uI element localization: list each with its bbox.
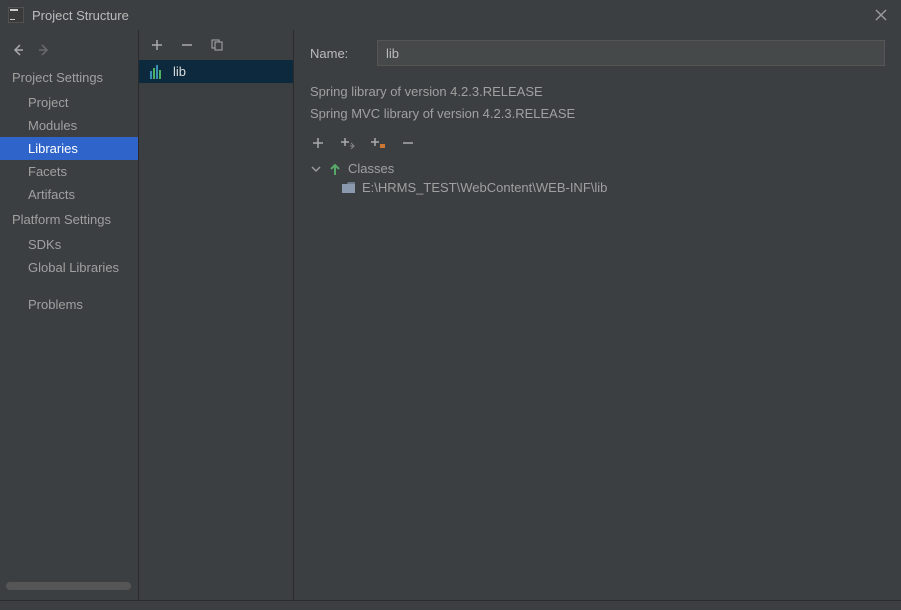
chevron-down-icon <box>310 163 322 175</box>
libraries-list: lib <box>139 60 293 600</box>
remove-root-button[interactable] <box>400 135 416 151</box>
tree-child-path[interactable]: E:\HRMS_TEST\WebContent\WEB-INF\lib <box>342 178 885 197</box>
folder-icon <box>342 181 356 195</box>
nav-item-libraries[interactable]: Libraries <box>0 137 138 160</box>
add-download-root-button[interactable] <box>340 135 356 151</box>
roots-toolbar <box>310 135 885 151</box>
sidebar-scrollbar[interactable] <box>6 582 131 590</box>
app-icon <box>8 7 24 23</box>
library-name-input[interactable] <box>377 40 885 66</box>
library-details-panel: Name: Spring library of version 4.2.3.RE… <box>294 30 901 600</box>
nav-item-facets[interactable]: Facets <box>0 160 138 183</box>
tree-child-label: E:\HRMS_TEST\WebContent\WEB-INF\lib <box>362 180 607 195</box>
close-button[interactable] <box>869 3 893 27</box>
section-platform-settings: Platform Settings <box>0 206 138 233</box>
spring-version-info: Spring library of version 4.2.3.RELEASE <box>310 82 885 102</box>
project-structure-dialog: Project Structure Project Settings Proje… <box>0 0 901 610</box>
add-specify-root-button[interactable] <box>370 135 386 151</box>
dialog-footer <box>0 600 901 610</box>
library-roots-tree: Classes E:\HRMS_TEST\WebContent\WEB-INF\… <box>310 159 885 197</box>
window-title: Project Structure <box>32 8 869 23</box>
list-toolbar <box>139 30 293 60</box>
dialog-content: Project Settings Project Modules Librari… <box>0 30 901 600</box>
back-button[interactable] <box>8 40 28 60</box>
add-root-button[interactable] <box>310 135 326 151</box>
nav-item-project[interactable]: Project <box>0 91 138 114</box>
library-item-label: lib <box>173 64 186 79</box>
titlebar: Project Structure <box>0 0 901 30</box>
add-library-button[interactable] <box>149 37 165 53</box>
remove-library-button[interactable] <box>179 37 195 53</box>
nav-item-modules[interactable]: Modules <box>0 114 138 137</box>
section-project-settings: Project Settings <box>0 64 138 91</box>
name-label: Name: <box>310 46 365 61</box>
copy-library-button[interactable] <box>209 37 225 53</box>
classes-icon <box>328 162 342 176</box>
tree-root-label: Classes <box>348 161 394 176</box>
name-field-row: Name: <box>310 40 885 66</box>
nav-item-sdks[interactable]: SDKs <box>0 233 138 256</box>
nav-history <box>0 36 138 64</box>
nav-item-artifacts[interactable]: Artifacts <box>0 183 138 206</box>
tree-root-classes[interactable]: Classes <box>310 159 885 178</box>
libraries-list-panel: lib <box>139 30 294 600</box>
forward-button <box>34 40 54 60</box>
nav-item-problems[interactable]: Problems <box>0 293 138 316</box>
library-item-lib[interactable]: lib <box>139 60 293 83</box>
nav-item-global-libraries[interactable]: Global Libraries <box>0 256 138 279</box>
spring-mvc-version-info: Spring MVC library of version 4.2.3.RELE… <box>310 104 885 124</box>
library-icon <box>149 65 165 79</box>
sidebar: Project Settings Project Modules Librari… <box>0 30 139 600</box>
